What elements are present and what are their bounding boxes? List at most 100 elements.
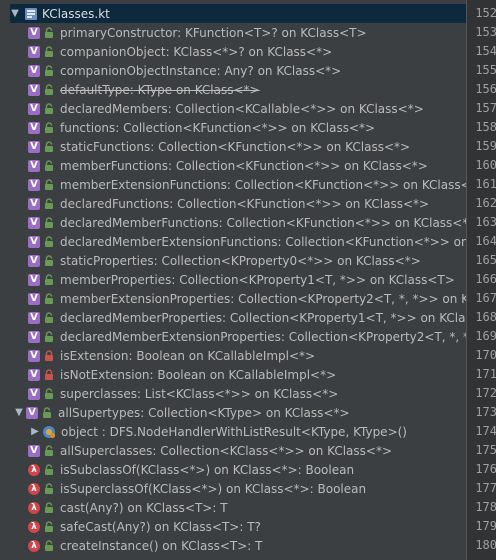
tree-item[interactable]: VallSuperclasses: Collection<KClass<*>> … — [10, 441, 466, 460]
line-number-gutter: 152 153 154 155 156 157 158 159 160 161 162 163 164 1… — [466, 0, 496, 560]
collapse-arrow-icon[interactable]: ▼ — [10, 4, 20, 23]
tree-item-label: staticFunctions: Collection<KFunction<*>… — [60, 139, 411, 154]
tree-item[interactable]: λ isSuperclassOf(KClass<*>) on KClass<*>:… — [10, 479, 466, 498]
line-number: 170 — [475, 348, 496, 362]
line-number: 165 — [475, 253, 496, 267]
tree-item-label: isExtension: Boolean on KCallableImpl<*> — [60, 348, 316, 363]
property-badge-icon: V — [28, 45, 40, 58]
public-lock-icon — [44, 330, 54, 343]
tree-item[interactable]: λ safeCast(Any?) on KClass<T>: T? — [10, 517, 466, 536]
public-lock-icon — [44, 463, 54, 476]
structure-tree[interactable]: ▼ KClasses.kt VprimaryConstructor: KFunc… — [10, 0, 466, 560]
public-lock-icon — [44, 140, 54, 153]
tree-item-label: declaredMemberExtensionFunctions: Collec… — [60, 234, 466, 249]
tree-item[interactable]: VcompanionObjectInstance: Any? on KClass… — [10, 61, 466, 80]
line-number: 178 — [475, 500, 496, 514]
tree-item[interactable]: VisExtension: Boolean on KCallableImpl<*… — [10, 346, 466, 365]
line-number: 167 — [475, 291, 496, 305]
property-badge-icon: V — [28, 368, 40, 381]
tree-item-label: functions: Collection<KFunction<*>> on K… — [60, 120, 376, 135]
tree-item[interactable]: VprimaryConstructor: KFunction<T>? on KC… — [10, 23, 466, 42]
tree-item-label: memberProperties: Collection<KProperty1<… — [60, 272, 455, 287]
tree-item-label: isNotExtension: Boolean on KCallableImpl… — [60, 367, 337, 382]
public-lock-icon — [44, 45, 54, 58]
tree-item-label: safeCast(Any?) on KClass<T>: T? — [60, 519, 261, 534]
function-badge-icon: λ — [28, 501, 40, 514]
tree-item[interactable]: ▼ VallSupertypes: Collection<KType> on KC… — [10, 403, 466, 422]
tree-item[interactable]: λ createInstance() on KClass<T>: T — [10, 536, 466, 555]
tree-item-label: memberExtensionFunctions: Collection<KFu… — [60, 177, 466, 192]
tree-item-label: declaredMembers: Collection<KCallable<*>… — [60, 101, 424, 116]
line-number: 164 — [475, 234, 496, 248]
tree-item[interactable]: ▶ object : DFS.NodeHandlerWithListResult<… — [10, 422, 466, 441]
property-badge-icon: V — [28, 292, 40, 305]
property-badge-icon: V — [28, 235, 40, 248]
line-number: 173 — [475, 405, 496, 419]
private-lock-icon — [44, 349, 54, 362]
line-number: 160 — [475, 158, 496, 172]
tree-item[interactable]: VstaticProperties: Collection<KProperty0… — [10, 251, 466, 270]
tree-item-label: defaultType: KType on KClass<*> — [60, 82, 260, 97]
tree-root-row[interactable]: ▼ KClasses.kt — [10, 4, 466, 23]
tree-item[interactable]: VisNotExtension: Boolean on KCallableImp… — [10, 365, 466, 384]
tree-item[interactable]: VmemberExtensionProperties: Collection<K… — [10, 289, 466, 308]
expand-arrow-icon[interactable]: ▶ — [30, 422, 40, 441]
public-lock-icon — [44, 216, 54, 229]
tree-item[interactable]: VdeclaredMemberExtensionFunctions: Colle… — [10, 232, 466, 251]
tree-item-label: memberFunctions: Collection<KFunction<*>… — [60, 158, 428, 173]
line-number: 152 — [475, 6, 496, 20]
property-badge-icon: V — [28, 159, 40, 172]
property-badge-icon: V — [28, 197, 40, 210]
tree-item[interactable]: VstaticFunctions: Collection<KFunction<*… — [10, 137, 466, 156]
public-lock-icon — [44, 235, 54, 248]
line-number: 175 — [475, 443, 496, 457]
property-badge-icon: V — [28, 121, 40, 134]
function-badge-icon: λ — [28, 539, 40, 552]
tree-item[interactable]: VmemberProperties: Collection<KProperty1… — [10, 270, 466, 289]
public-lock-icon — [44, 501, 54, 514]
public-lock-icon — [44, 444, 54, 457]
tree-item[interactable]: VdeclaredMemberExtensionProperties: Coll… — [10, 327, 466, 346]
property-badge-icon: V — [28, 216, 40, 229]
line-number: 157 — [475, 101, 496, 115]
property-badge-icon: V — [28, 311, 40, 324]
tree-item[interactable]: VmemberExtensionFunctions: Collection<KF… — [10, 175, 466, 194]
tree-item[interactable]: VdeclaredMemberProperties: Collection<KP… — [10, 308, 466, 327]
public-lock-icon — [44, 83, 54, 96]
tree-item-label: isSuperclassOf(KClass<*>) on KClass<*>: … — [60, 481, 367, 496]
tree-item-label: declaredMemberFunctions: Collection<KFun… — [60, 215, 466, 230]
public-lock-icon — [44, 64, 54, 77]
tree-item-label: createInstance() on KClass<T>: T — [60, 538, 263, 553]
line-number: 159 — [475, 139, 496, 153]
tree-item-label: object : DFS.NodeHandlerWithListResult<K… — [61, 424, 407, 439]
tree-item[interactable]: Vsuperclasses: List<KClass<*>> on KClass… — [10, 384, 466, 403]
function-badge-icon: λ — [28, 482, 40, 495]
tree-item[interactable]: VdeclaredMemberFunctions: Collection<KFu… — [10, 213, 466, 232]
public-lock-icon — [44, 254, 54, 267]
tree-item-label: declaredFunctions: Collection<KFunction<… — [60, 196, 430, 211]
tree-item-label: staticProperties: Collection<KProperty0<… — [60, 253, 421, 268]
public-lock-icon — [44, 178, 54, 191]
line-number: 153 — [475, 25, 496, 39]
line-number: 161 — [475, 177, 496, 191]
tree-item[interactable]: VcompanionObject: KClass<*>? on KClass<*… — [10, 42, 466, 61]
line-number: 174 — [475, 424, 496, 438]
property-badge-icon: V — [28, 140, 40, 153]
tree-item[interactable]: λ cast(Any?) on KClass<T>: T — [10, 498, 466, 517]
property-badge-icon: V — [28, 254, 40, 267]
public-lock-icon — [44, 387, 54, 400]
property-badge-icon: V — [28, 64, 40, 77]
tree-item[interactable]: λ isSubclassOf(KClass<*>) on KClass<*>: B… — [10, 460, 466, 479]
tree-item-label: companionObjectInstance: Any? on KClass<… — [60, 63, 342, 78]
tree-item[interactable]: VdefaultType: KType on KClass<*> — [10, 80, 466, 99]
tree-item[interactable]: Vfunctions: Collection<KFunction<*>> on … — [10, 118, 466, 137]
tree-item-label: allSupertypes: Collection<KType> on KCla… — [58, 405, 350, 420]
property-badge-icon: V — [28, 83, 40, 96]
line-number: 168 — [475, 310, 496, 324]
tree-item-label: isSubclassOf(KClass<*>) on KClass<*>: Bo… — [60, 462, 355, 477]
tree-item[interactable]: VdeclaredFunctions: Collection<KFunction… — [10, 194, 466, 213]
tree-item[interactable]: VmemberFunctions: Collection<KFunction<*… — [10, 156, 466, 175]
tree-item[interactable]: VdeclaredMembers: Collection<KCallable<*… — [10, 99, 466, 118]
public-lock-icon — [44, 197, 54, 210]
collapse-arrow-icon[interactable]: ▼ — [14, 403, 24, 422]
